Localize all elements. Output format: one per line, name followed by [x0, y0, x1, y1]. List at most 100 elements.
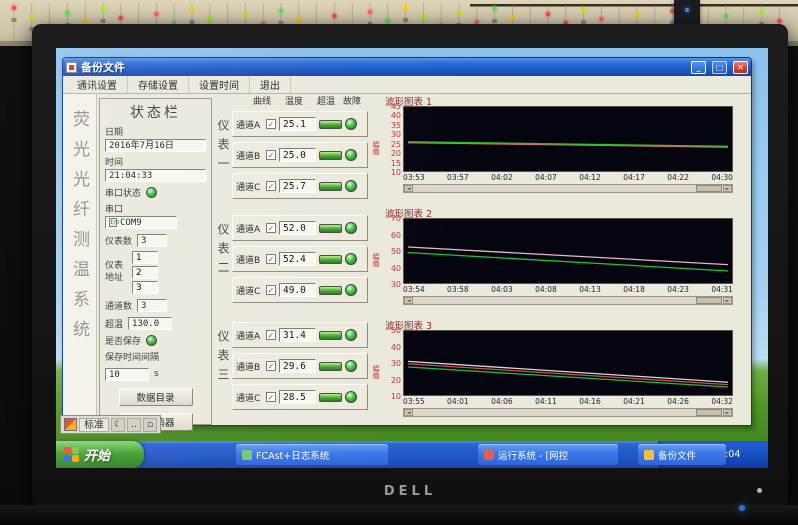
meter-address-list[interactable]: 1 2 3	[132, 251, 158, 294]
series-red-line	[408, 364, 728, 385]
scroll-right-arrow[interactable]: ►	[723, 409, 732, 416]
waveform-chart: 波形图表 1幅值454035302520151003:5303:5704:020…	[371, 94, 749, 204]
y-tick: 30	[391, 280, 401, 289]
y-tick: 30	[391, 130, 401, 139]
windows-flag-icon	[64, 447, 79, 462]
header-curve: 曲线	[253, 94, 271, 107]
channel-temperature: 28.5	[279, 390, 316, 404]
start-label: 开始	[84, 445, 110, 464]
channel-label: 通道A	[236, 118, 263, 131]
scroll-thumb[interactable]	[696, 297, 722, 304]
x-tick: 04:21	[623, 397, 645, 406]
header-overtemp: 超温	[317, 94, 335, 107]
menu-item-0[interactable]: 通讯设置	[67, 76, 128, 93]
monitor-brand-logo: DELL	[32, 484, 788, 499]
instrument-name: 仪表三	[215, 322, 232, 410]
chart-y-axis: 5040302010	[381, 330, 403, 396]
chart-title: 波形图表 3	[371, 318, 749, 330]
ime-logo-icon[interactable]	[64, 418, 77, 431]
x-tick: 04:32	[711, 397, 733, 406]
chart-scrollbar[interactable]: ◄►	[403, 296, 733, 305]
header-fault: 故障	[343, 94, 361, 107]
y-tick: 60	[391, 231, 401, 240]
taskbar-task-0[interactable]: FCAst+日志系统	[236, 444, 388, 465]
chart-scrollbar[interactable]: ◄►	[403, 408, 733, 417]
overtemp-label: 超温	[105, 317, 123, 330]
time-label: 时间	[105, 155, 206, 168]
ime-options-icon[interactable]: ‥	[127, 418, 141, 432]
channel-checkbox[interactable]: ✓	[266, 181, 276, 191]
ime-bar[interactable]: 标准 ☾ ‥ ▫	[60, 415, 161, 434]
minimize-button[interactable]: _	[691, 61, 706, 74]
menu-item-3[interactable]: 退出	[250, 76, 291, 93]
meter-count-label: 仪表数	[105, 234, 132, 247]
chart-y-axis: 7060504030	[381, 218, 403, 284]
meter-address-item[interactable]: 2	[132, 266, 158, 279]
serial-status-led	[146, 187, 157, 198]
scroll-left-arrow[interactable]: ◄	[404, 297, 413, 304]
maximize-button[interactable]: □	[712, 61, 727, 74]
channel-checkbox[interactable]: ✓	[266, 285, 276, 295]
taskbar: 开始 21:04 FCAst+日志系统运行系统 - [网控备份文件	[56, 441, 768, 468]
scroll-thumb[interactable]	[696, 409, 722, 416]
fault-led	[345, 360, 357, 372]
x-tick: 04:16	[579, 397, 601, 406]
y-tick: 10	[391, 168, 401, 177]
scroll-right-arrow[interactable]: ►	[723, 297, 732, 304]
meter-address-item[interactable]: 3	[132, 281, 158, 294]
channel-label: 通道C	[236, 284, 263, 297]
channel-checkbox[interactable]: ✓	[266, 223, 276, 233]
overtemp-led	[319, 255, 342, 264]
instrument-group: 仪表二通道A✓52.0通道B✓52.4通道C✓49.0	[215, 215, 368, 303]
y-tick: 15	[391, 159, 401, 168]
channel-label: 通道B	[236, 360, 263, 373]
app-icon	[66, 62, 77, 73]
window-titlebar[interactable]: 备份文件 _ □ ✕	[63, 58, 751, 76]
status-panel-title: 状态栏	[105, 102, 206, 122]
series-green-line	[408, 367, 728, 387]
meter-address-item[interactable]: 1	[132, 251, 158, 264]
channel-checkbox[interactable]: ✓	[266, 119, 276, 129]
scroll-right-arrow[interactable]: ►	[723, 185, 732, 192]
y-tick: 70	[391, 214, 401, 223]
fault-led	[345, 180, 357, 192]
ime-mode-label[interactable]: 标准	[79, 418, 109, 432]
ime-toolbar-icon[interactable]: ▫	[143, 418, 157, 432]
instrument-name: 仪表一	[215, 111, 232, 199]
save-interval-label: 保存时间间隔	[105, 350, 206, 363]
chart-scrollbar[interactable]: ◄►	[403, 184, 733, 193]
menu-item-1[interactable]: 存储设置	[128, 76, 189, 93]
channel-checkbox[interactable]: ✓	[266, 361, 276, 371]
taskbar-task-1[interactable]: 运行系统 - [网控	[478, 444, 618, 465]
channel-checkbox[interactable]: ✓	[266, 392, 276, 402]
task-icon	[242, 450, 252, 460]
chart-plot-area	[403, 218, 733, 284]
scroll-left-arrow[interactable]: ◄	[404, 409, 413, 416]
x-tick: 04:17	[623, 173, 645, 182]
start-button[interactable]: 开始	[56, 441, 144, 468]
scroll-thumb[interactable]	[696, 185, 722, 192]
channel-checkbox[interactable]: ✓	[266, 330, 276, 340]
save-interval-unit: s	[154, 369, 159, 379]
close-button[interactable]: ✕	[733, 61, 748, 74]
data-directory-button[interactable]: 数据目录	[119, 388, 193, 406]
channel-checkbox[interactable]: ✓	[266, 254, 276, 264]
chart-plot-area	[403, 330, 733, 396]
chart-y-axis-label: 幅值	[371, 106, 381, 172]
y-tick: 25	[391, 140, 401, 149]
instruments-column: 曲线 温度 超温 故障 仪表一通道A✓25.1通道B✓25.0通道C✓25.7仪…	[215, 94, 369, 425]
channel-checkbox[interactable]: ✓	[266, 150, 276, 160]
fault-led	[345, 391, 357, 403]
scroll-left-arrow[interactable]: ◄	[404, 185, 413, 192]
save-label: 是否保存	[105, 334, 141, 347]
desk-blue-led	[739, 505, 745, 511]
x-tick: 03:54	[403, 285, 425, 294]
y-tick: 50	[391, 326, 401, 335]
x-tick: 03:55	[403, 397, 425, 406]
channel-row: 通道A✓25.1	[232, 111, 368, 137]
taskbar-task-2[interactable]: 备份文件	[638, 444, 726, 465]
menu-item-2[interactable]: 设置时间	[189, 76, 250, 93]
menubar: 通讯设置存储设置设置时间退出	[63, 76, 751, 94]
serial-port-select[interactable]: I/O COM9	[105, 216, 177, 229]
moon-icon[interactable]: ☾	[111, 418, 125, 432]
